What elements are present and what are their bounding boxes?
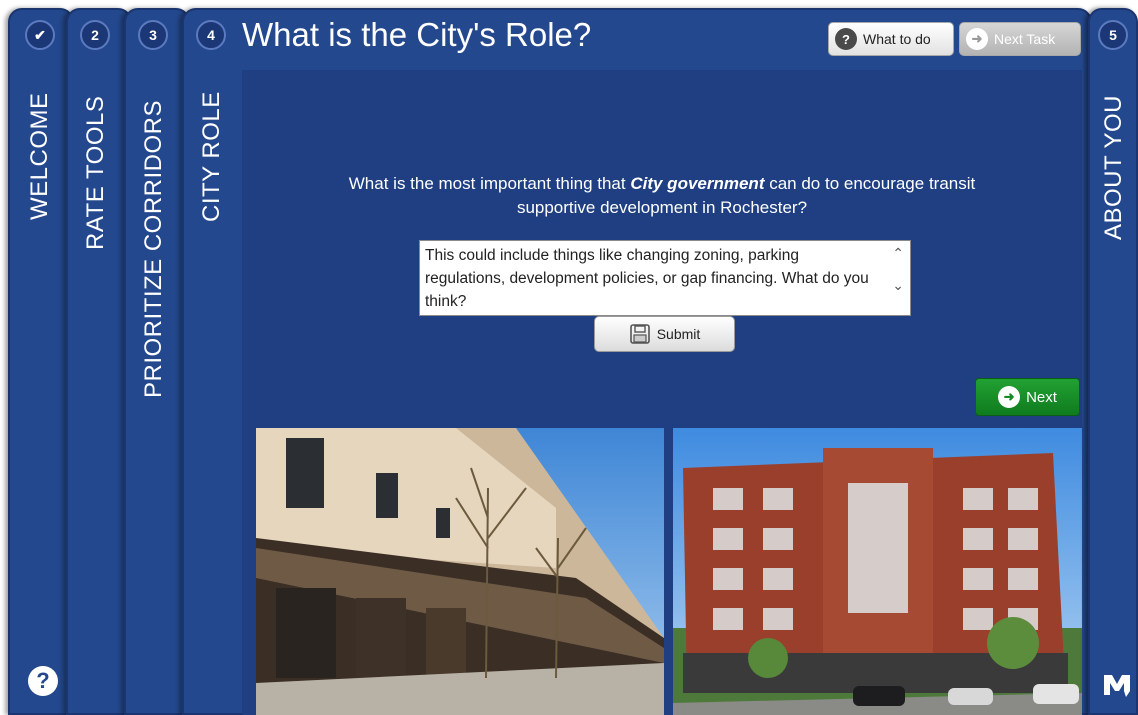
next-task-button[interactable]: ➜ Next Task [959,22,1081,56]
next-label: Next [1026,388,1057,406]
tab-about-you[interactable]: 5 ABOUT YOU [1088,8,1138,715]
tab-number-4: 4 [196,20,226,50]
content-panel: What is the most important thing that Ci… [242,70,1082,715]
question-text: What is the most important thing that Ci… [242,172,1082,220]
save-icon [629,324,650,344]
tab-about-you-label: ABOUT YOU [1100,95,1127,240]
tab-city-role-label: CITY ROLE [198,91,225,222]
tab-rate-tools-label: RATE TOOLS [82,95,109,250]
streetscape-photo [256,428,664,715]
next-task-label: Next Task [994,31,1056,47]
tab-prioritize-corridors-label: PRIORITIZE CORRIDORS [140,99,167,398]
what-to-do-label: What to do [863,31,931,47]
response-textarea[interactable]: This could include things like changing … [419,240,911,316]
next-button[interactable]: ➜ Next [975,378,1080,416]
brick-building-photo [673,428,1082,715]
question-suffix: can do to encourage transit [764,174,976,193]
response-text: This could include things like changing … [425,247,869,310]
arrow-right-icon: ➜ [966,28,988,50]
what-to-do-button[interactable]: ? What to do [828,22,954,56]
question-line2: supportive development in Rochester? [516,198,808,217]
help-icon: ? [835,28,857,50]
tab-city-role[interactable]: 4 CITY ROLE What is the City's Role? ? W… [182,8,1092,715]
arrow-right-icon: ➜ [998,386,1021,408]
tab-prioritize-corridors[interactable]: 3 PRIORITIZE CORRIDORS [124,8,190,715]
page-title: What is the City's Role? [242,16,592,53]
scroll-up-icon[interactable]: ⌃ [892,245,904,262]
tab-rate-tools[interactable]: 2 RATE TOOLS [66,8,132,715]
tab-welcome[interactable]: ✔ WELCOME ? [8,8,74,715]
help-icon[interactable]: ? [28,666,58,696]
tab-number-5: 5 [1098,20,1128,50]
m-logo-icon [1104,675,1130,697]
tab-number-3: 3 [138,20,168,50]
tab-number-2: 2 [80,20,110,50]
question-prefix: What is the most important thing that [348,174,631,193]
submit-label: Submit [656,326,701,342]
check-icon: ✔ [25,20,55,50]
question-emphasis: City government [630,174,765,193]
submit-button[interactable]: Submit [594,316,735,352]
scroll-down-icon[interactable]: ⌄ [892,277,904,294]
tab-welcome-label: WELCOME [26,92,53,220]
